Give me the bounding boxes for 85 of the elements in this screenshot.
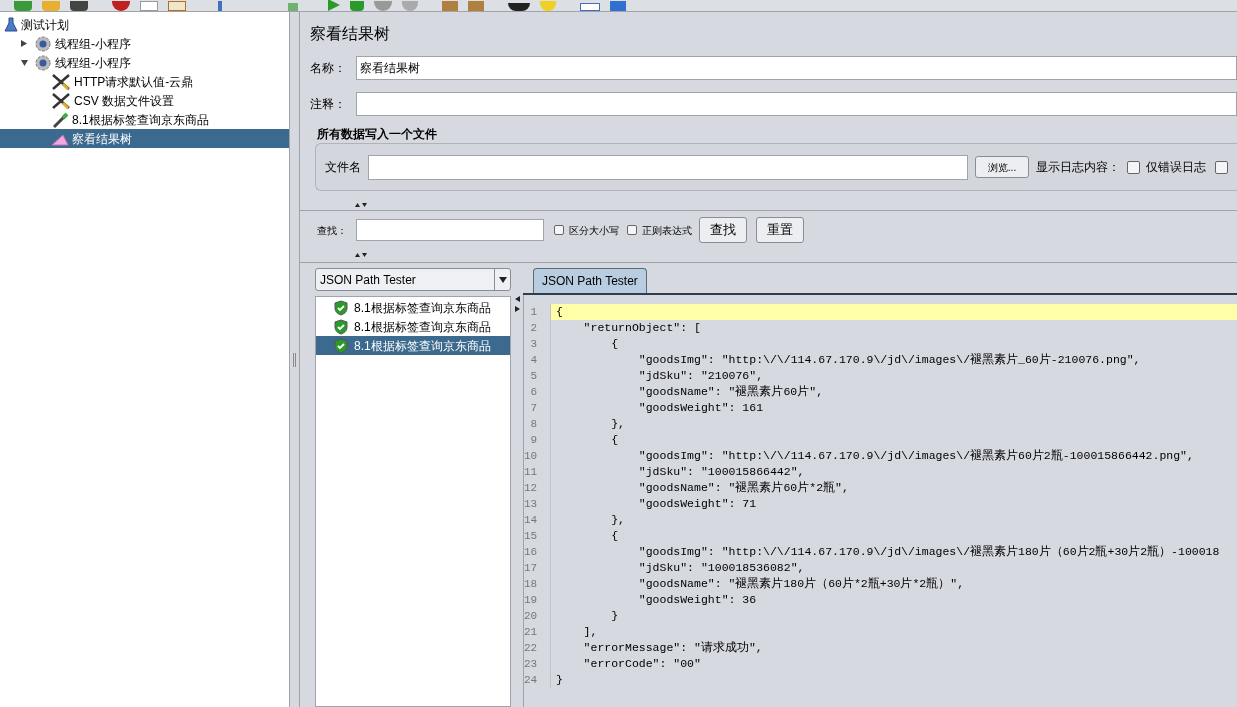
thread-group-icon [34,53,52,72]
code-line: "goodsWeight": 71 [637,496,758,512]
splitter-handle[interactable] [293,352,296,367]
tree-item[interactable]: 8.1根据标签查询京东商品 [0,110,289,129]
checkbox[interactable] [1127,160,1140,174]
find-button[interactable]: 查找 [699,217,747,243]
expanded-triangle-icon[interactable] [21,59,31,66]
code-line: ], [582,624,599,640]
code-line: { [610,528,620,544]
toolbar-icon[interactable] [14,1,32,11]
collapse-arrows-icon[interactable] [355,203,367,207]
code-line: "goodsName": "褪黑素片180片（60片*2瓶+30片*2瓶）", [637,576,966,592]
renderer-dropdown[interactable]: JSON Path Tester [315,268,511,291]
tree-label: 线程组-小程序 [55,35,131,53]
thread-group-icon [34,34,52,53]
tree-item[interactable]: HTTP请求默认值-云鼎 [0,72,289,91]
shield-check-icon [334,299,348,316]
code-line: "goodsName": "褪黑素片60片*2瓶", [637,480,850,496]
code-line: { [610,432,620,448]
tree-item[interactable]: CSV 数据文件设置 [0,91,289,110]
tree-label: 线程组-小程序 [55,54,131,72]
code-line: } [555,672,564,688]
dropdown-value: JSON Path Tester [319,271,417,289]
code-line: "goodsImg": "http:\/\/114.67.170.9\/jd\/images\/褪黑素片_60片-210076.png", [637,352,1142,368]
code-line: } [610,608,620,624]
code-line: "jdSku": "210076", [637,368,765,384]
code-line: "goodsName": "褪黑素片60片", [637,384,825,400]
result-item[interactable]: 8.1根据标签查询京东商品 [316,336,510,355]
tree-item[interactable]: 线程组-小程序 [0,34,289,53]
code-line: "errorMessage": "请求成功", [582,640,764,656]
tree-label: 察看结果树 [72,130,132,148]
section-title: 所有数据写入一个文件 [316,126,438,143]
checkbox-label: 仅错误日志 [1146,159,1206,176]
tree-item-selected[interactable]: 察看结果树 [0,129,289,148]
panel-title: 察看结果树 [309,24,391,44]
tree-label: 8.1根据标签查询京东商品 [72,111,209,129]
code-line: "errorCode": "00" [582,656,702,672]
field-label: 文件名 [325,159,361,176]
result-item[interactable]: 8.1根据标签查询京东商品 [316,298,510,317]
result-label: 8.1根据标签查询京东商品 [354,299,491,317]
tree-label: HTTP请求默认值-云鼎 [74,73,194,91]
code-line: "returnObject": [ [582,320,702,336]
checkbox-label: 正则表达式 [642,223,692,238]
code-editor[interactable] [523,295,1237,707]
checkbox-label: 区分大小写 [569,223,619,238]
shield-check-icon [334,337,348,354]
shield-check-icon [334,318,348,335]
code-line: "goodsWeight": 161 [637,400,765,416]
checkbox[interactable] [627,225,637,235]
field-label: 显示日志内容： [1036,159,1120,176]
comment-field[interactable] [356,92,1237,116]
code-line: "jdSku": "100018536082", [637,560,806,576]
code-line: "goodsImg": "http:\/\/114.67.170.9\/jd\/images\/褪黑素片180片（60片2瓶+30片2瓶）-100018 [637,544,1221,560]
reset-button[interactable]: 重置 [756,217,804,243]
collapse-arrows-icon[interactable] [514,296,520,312]
code-line: "goodsImg": "http:\/\/114.67.170.9\/jd\/images\/褪黑素片60片2瓶-100015866442.png", [637,448,1195,464]
tree-item[interactable]: 线程组-小程序 [0,53,289,72]
config-icon [51,72,71,91]
code-line: "goodsWeight": 36 [637,592,758,608]
tree-item[interactable]: 测试计划 [0,15,289,34]
search-field[interactable] [356,219,544,241]
code-line: "jdSku": "100015866442", [637,464,806,480]
tree-label: 测试计划 [21,16,69,34]
checkbox[interactable] [554,225,564,235]
code-line: }, [610,512,626,528]
result-item[interactable]: 8.1根据标签查询京东商品 [316,317,510,336]
field-label: 查找： [317,223,348,238]
filename-field[interactable] [368,154,968,180]
dropdown-arrow-icon[interactable] [498,276,507,283]
field-label: 名称： [310,60,347,77]
config-icon [51,91,71,110]
browse-button[interactable]: 浏览... [975,156,1029,178]
checkbox[interactable] [1215,160,1228,174]
code-line: { [610,336,620,352]
plan-icon [4,16,18,33]
name-field[interactable]: 察看结果树 [356,56,1237,80]
sampler-icon [51,110,69,129]
result-label: 8.1根据标签查询京东商品 [354,318,491,336]
tab[interactable]: JSON Path Tester [533,268,647,293]
field-label: 注释： [310,96,347,113]
tree-label: CSV 数据文件设置 [74,92,174,110]
collapse-arrows-icon[interactable] [355,253,367,257]
code-line: }, [610,416,626,432]
play-icon[interactable] [350,1,364,11]
result-label: 8.1根据标签查询京东商品 [354,337,491,355]
